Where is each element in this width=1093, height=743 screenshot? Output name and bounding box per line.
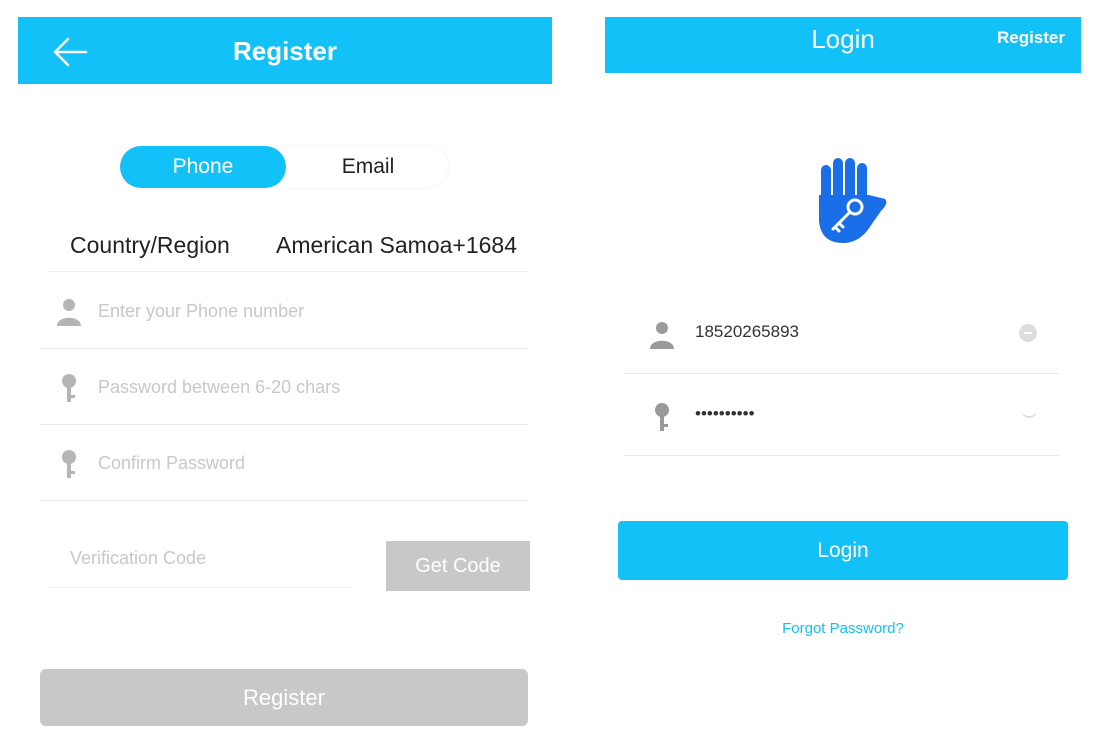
register-screen: Register Phone Email Country/Region Amer…	[18, 0, 552, 743]
register-button[interactable]: Register	[40, 669, 528, 726]
register-header: Register	[18, 17, 552, 84]
user-icon	[650, 322, 674, 349]
clear-icon[interactable]	[1019, 324, 1037, 342]
password-field-row	[625, 374, 1059, 456]
verification-code-input[interactable]	[48, 530, 352, 588]
login-password-input[interactable]	[695, 396, 995, 432]
login-header: Login Register	[605, 17, 1081, 73]
confirm-password-field-row	[40, 425, 528, 501]
key-icon	[655, 403, 669, 431]
password-field-row	[40, 349, 528, 425]
method-segmented-control: Phone Email	[118, 146, 448, 188]
country-region-selector[interactable]: Country/Region American Samoa+1684	[48, 228, 528, 272]
login-screen: Login Register Login Forgot Password?	[605, 0, 1081, 743]
forgot-password-link[interactable]: Forgot Password?	[605, 620, 1081, 637]
hand-key-icon	[819, 158, 887, 243]
country-value: American Samoa+1684	[276, 232, 518, 258]
login-button[interactable]: Login	[618, 521, 1068, 580]
username-field-row	[625, 292, 1059, 374]
phone-input[interactable]	[98, 291, 518, 331]
phone-field-row	[40, 273, 528, 349]
tab-email[interactable]: Email	[288, 146, 448, 188]
country-label: Country/Region	[70, 232, 230, 258]
eye-closed-icon[interactable]	[1021, 410, 1037, 418]
confirm-password-input[interactable]	[98, 443, 518, 483]
register-link[interactable]: Register	[997, 28, 1065, 48]
user-icon	[57, 299, 81, 326]
key-icon	[62, 374, 76, 402]
key-icon	[62, 450, 76, 478]
username-input[interactable]	[695, 314, 995, 350]
tab-phone[interactable]: Phone	[120, 146, 286, 188]
get-code-button[interactable]: Get Code	[386, 541, 530, 591]
password-input[interactable]	[98, 367, 518, 407]
page-title: Register	[232, 36, 338, 66]
